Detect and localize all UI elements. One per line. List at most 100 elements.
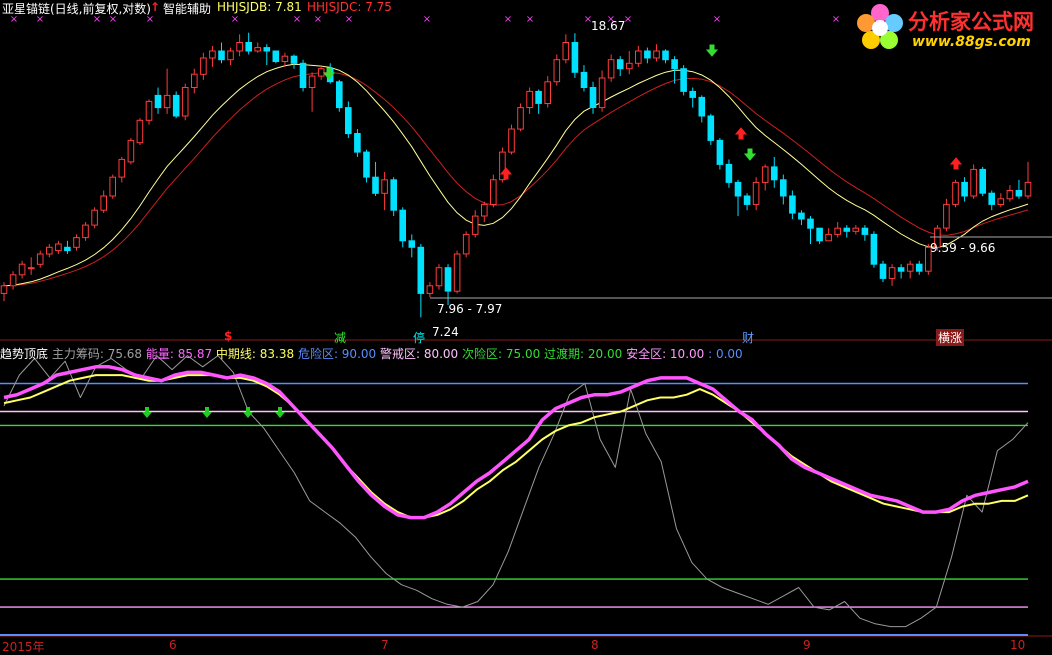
candle-body — [771, 166, 778, 181]
candle-body — [444, 267, 452, 292]
x-tick-label: 2015年 — [2, 640, 45, 654]
candle-body — [789, 195, 796, 214]
range-label-2: 9.59 - 9.66 — [930, 241, 996, 255]
candle-body — [752, 181, 760, 205]
sell-arrow-icon — [243, 407, 253, 418]
up-arrow-icon — [949, 157, 963, 170]
candle-body — [272, 50, 280, 62]
candle-body — [897, 267, 905, 272]
candle-body — [290, 55, 298, 64]
sell-arrow-icon — [275, 407, 285, 418]
candle-body — [281, 55, 289, 63]
candle-body — [698, 96, 706, 117]
chart-canvas: ×××××××××××××××××××× — [0, 14, 1052, 637]
candle-body — [598, 77, 606, 109]
candle-body — [354, 133, 361, 153]
candle-body — [372, 176, 379, 194]
x-tick-label: 8 — [591, 638, 599, 652]
candle-body — [299, 62, 307, 88]
candle-body — [970, 168, 977, 197]
candle-body — [816, 227, 823, 242]
candle-body — [544, 81, 552, 105]
signal-marker: × — [293, 14, 301, 25]
candle-body — [671, 59, 678, 70]
candle-body — [308, 75, 316, 88]
indicator-title: 趋势顶底 — [0, 347, 49, 361]
chips-line — [3, 355, 1029, 628]
candle-body — [36, 253, 44, 265]
candle-body — [716, 139, 724, 165]
candle-body — [798, 212, 805, 220]
candle-body — [734, 181, 742, 197]
sell-arrow-icon — [202, 407, 212, 418]
candle-body — [952, 181, 959, 205]
signal-marker: × — [231, 14, 239, 25]
candle-body — [562, 42, 570, 61]
candle-body — [200, 57, 207, 75]
hhjsjdb-value: HHJSJDB: 7.81 — [217, 0, 302, 14]
candle-body — [118, 158, 126, 178]
candle-body — [979, 168, 987, 194]
candle-body — [227, 50, 234, 61]
signal-marker: × — [314, 14, 322, 25]
logo-title: 分析家公式网 — [908, 10, 1034, 34]
candle-body — [82, 224, 89, 239]
indicator-legend-item: : 0.00 — [704, 347, 743, 361]
candle-body — [209, 50, 216, 59]
candle-body — [870, 233, 878, 265]
candle-body — [626, 62, 633, 70]
candle-body — [236, 42, 243, 52]
signal-marker: × — [345, 14, 353, 25]
indicator-legend-item: 能量: 85.87 — [142, 347, 213, 361]
indicator-legend-item: 过渡期: 20.00 — [540, 347, 623, 361]
candle-body — [997, 198, 1005, 206]
candle-body — [91, 209, 98, 226]
stock-title: 亚星锚链(日线,前复权,对数) — [2, 2, 151, 16]
candle-body — [408, 240, 416, 248]
candle-body — [988, 192, 996, 205]
candle-body — [571, 42, 579, 73]
candle-body — [481, 203, 488, 217]
candle-body — [345, 107, 352, 135]
low-price-label: 7.24 — [432, 325, 459, 339]
candle-body — [191, 73, 198, 88]
candle-body — [127, 139, 135, 163]
candle-body — [426, 285, 434, 294]
indicator-legend-item: 主力筹码: 75.68 — [51, 347, 143, 361]
candle-body — [163, 94, 171, 109]
candle-body — [580, 71, 588, 89]
high-price-label: 18.67 — [591, 19, 626, 33]
candle-body — [381, 179, 388, 194]
signal-marker: × — [832, 14, 840, 25]
candle-body — [526, 90, 533, 109]
candle-body — [517, 107, 524, 130]
indicator-arrow-icon: ↑ — [150, 0, 161, 14]
candle-body — [218, 50, 225, 61]
candle-body — [55, 243, 62, 252]
signal-marker: × — [526, 14, 534, 25]
candle-body — [181, 87, 189, 117]
event-label-cai: 财 — [742, 331, 755, 345]
candle-body — [508, 128, 515, 153]
signal-marker: × — [504, 14, 512, 25]
candle-body — [336, 81, 343, 109]
logo-url: www.88gs.com — [912, 34, 1031, 50]
candle-body — [64, 246, 71, 252]
candle-body — [1024, 181, 1032, 197]
candle-body — [254, 47, 261, 52]
candle-body — [915, 263, 923, 272]
up-arrow-icon — [734, 127, 748, 140]
x-tick-label: 9 — [803, 638, 811, 652]
site-logo: 分析家公式网 www.88gs.com — [850, 0, 1052, 56]
candle-body — [589, 87, 597, 108]
candle-body — [462, 233, 470, 255]
candle-body — [73, 237, 80, 248]
candle-body — [18, 263, 26, 276]
candle-body — [471, 215, 479, 235]
candle-body — [662, 50, 669, 61]
candle-body — [761, 166, 769, 183]
candle-body — [1015, 190, 1023, 197]
candle-body — [725, 163, 733, 183]
candle-body — [961, 181, 968, 197]
event-label-ting: 停 — [413, 331, 426, 345]
